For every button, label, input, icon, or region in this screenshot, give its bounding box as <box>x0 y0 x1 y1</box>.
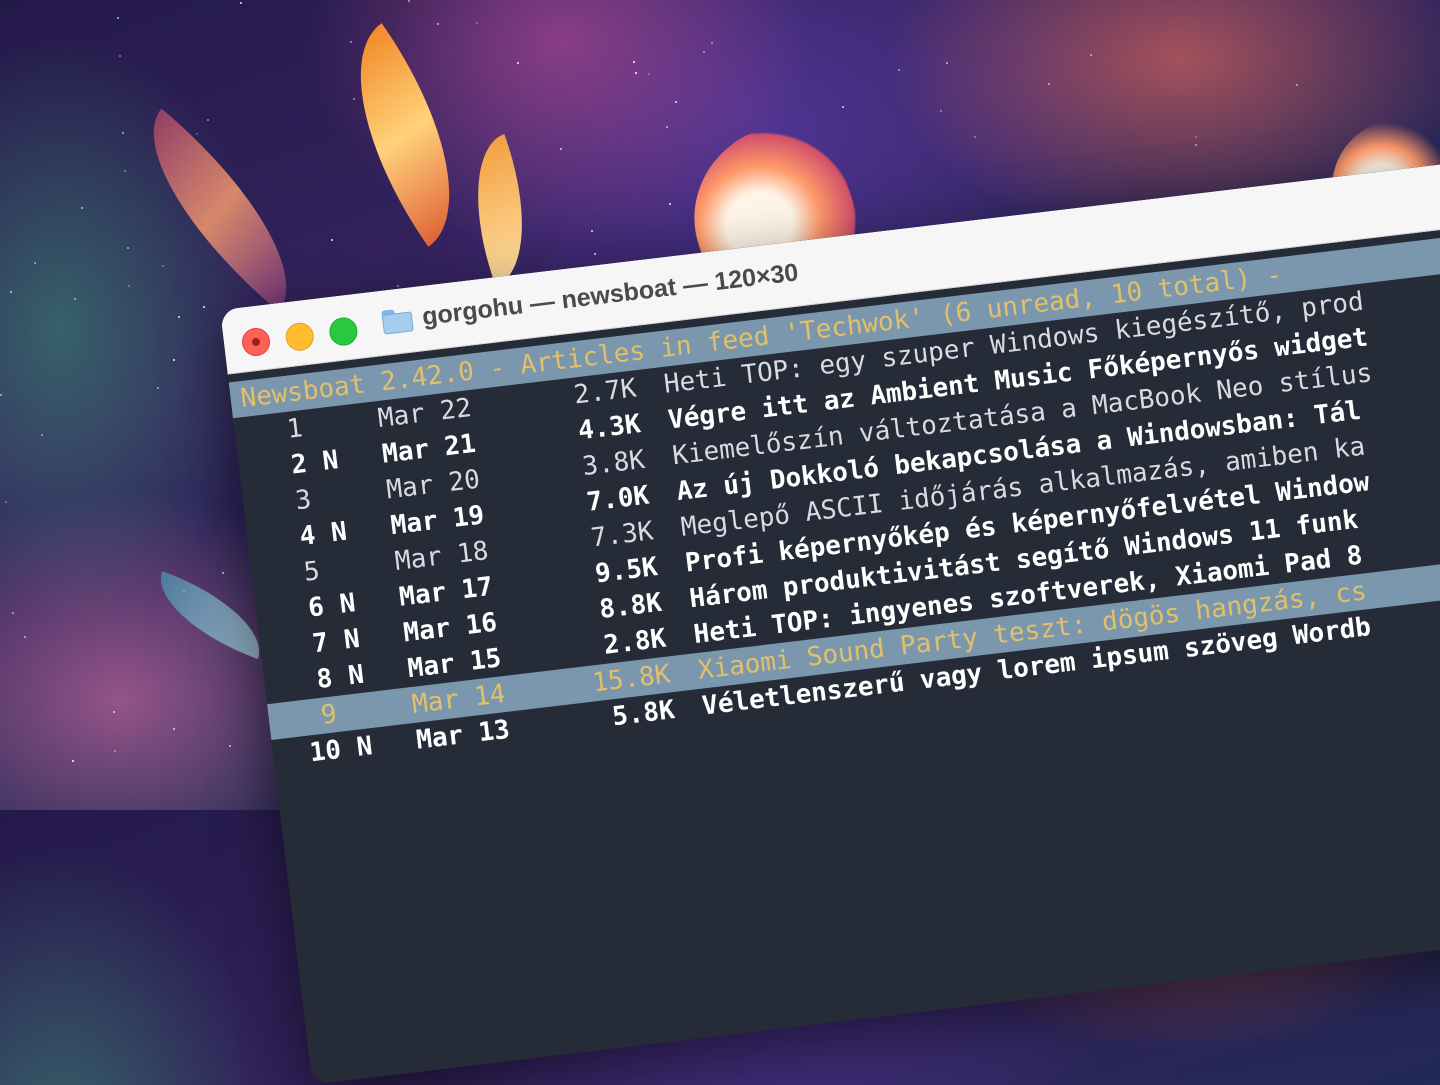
star <box>229 745 231 747</box>
star <box>1195 144 1197 146</box>
star <box>666 126 668 128</box>
star <box>703 51 705 53</box>
star <box>162 265 164 267</box>
star <box>974 136 976 138</box>
star <box>591 230 593 232</box>
star <box>173 728 175 730</box>
star <box>898 69 900 71</box>
star <box>10 291 12 293</box>
star <box>1195 136 1197 138</box>
star <box>157 387 159 389</box>
star <box>124 170 126 172</box>
close-button[interactable] <box>240 326 272 358</box>
star <box>1296 84 1298 86</box>
star <box>72 760 74 762</box>
star <box>203 306 205 308</box>
star <box>114 750 116 752</box>
star <box>331 239 333 241</box>
star <box>74 298 76 300</box>
star <box>1090 54 1092 56</box>
star <box>240 2 242 4</box>
star <box>669 203 671 205</box>
minimize-button[interactable] <box>284 321 316 353</box>
star <box>41 434 43 436</box>
star <box>173 359 175 361</box>
star <box>222 572 224 574</box>
star <box>560 148 562 150</box>
star <box>24 636 26 638</box>
star <box>350 41 352 43</box>
article-unread-flag <box>321 570 396 579</box>
star <box>397 285 399 287</box>
star <box>0 394 2 396</box>
star <box>353 98 355 100</box>
star <box>476 22 478 24</box>
article-unread-flag <box>338 713 413 722</box>
star <box>648 73 650 75</box>
star <box>127 247 129 249</box>
star <box>122 132 124 134</box>
article-unread-flag <box>312 498 387 507</box>
star <box>940 110 942 112</box>
star <box>437 23 439 25</box>
star <box>117 17 119 19</box>
star <box>34 262 36 264</box>
article-unread-flag: N <box>355 731 375 763</box>
zoom-button[interactable] <box>327 315 359 348</box>
folder-icon <box>381 307 414 334</box>
star <box>178 316 180 318</box>
article-unread-flag <box>304 427 379 436</box>
star <box>517 62 519 64</box>
star <box>207 119 209 121</box>
star <box>842 106 844 108</box>
star <box>81 207 83 209</box>
star <box>594 253 596 255</box>
star <box>408 0 410 2</box>
star <box>633 61 635 63</box>
star <box>1048 83 1050 85</box>
star <box>675 101 677 103</box>
star <box>946 62 948 64</box>
article-index: 10 <box>308 734 343 769</box>
star <box>128 285 130 287</box>
star <box>635 72 637 74</box>
star <box>119 55 121 57</box>
star <box>196 133 198 135</box>
star <box>5 501 7 503</box>
star <box>12 612 14 614</box>
star <box>711 42 713 44</box>
star <box>113 711 115 713</box>
